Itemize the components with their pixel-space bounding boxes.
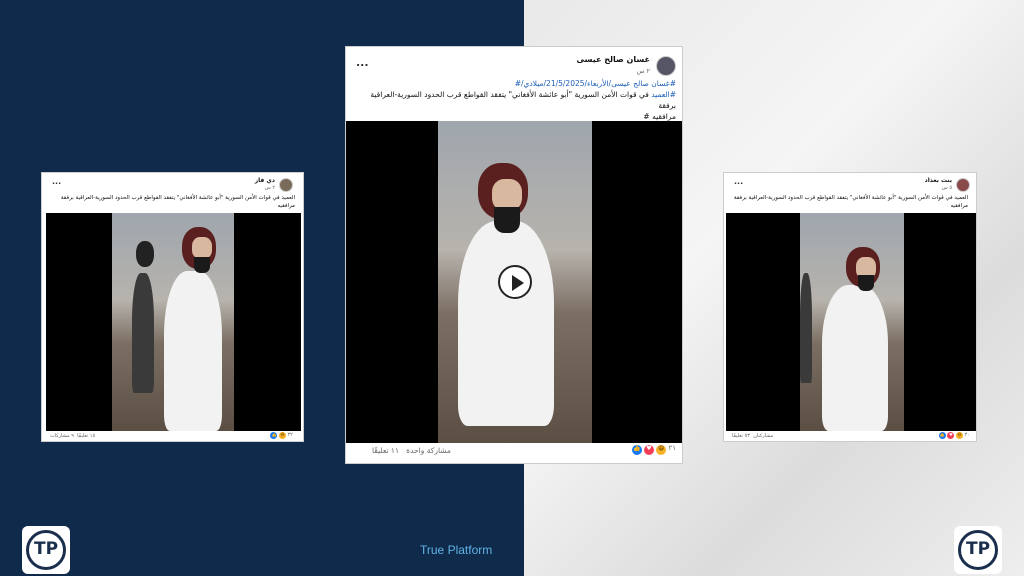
post-caption: العميد في قوات الأمن السورية "أبو عائشة … xyxy=(733,195,968,209)
post-time[interactable]: ٢ س xyxy=(636,67,650,75)
video-player[interactable] xyxy=(46,213,301,431)
more-options-button[interactable]: ... xyxy=(52,177,61,186)
brand-name: True Platform xyxy=(420,543,493,557)
author-name[interactable]: بنت بغداد xyxy=(925,177,952,184)
author-avatar[interactable] xyxy=(656,56,676,76)
facebook-post-left: دي فاز ٢ س ... العميد في قوات الأمن السو… xyxy=(41,172,304,442)
post-time[interactable]: ٢ س xyxy=(265,185,275,191)
tp-logo-right: TP xyxy=(954,526,1002,574)
post-caption: العميد في قوات الأمن السورية "أبو عائشة … xyxy=(60,195,295,209)
share-count[interactable]: ٩ مشاركات xyxy=(50,433,74,439)
video-player[interactable] xyxy=(726,213,976,431)
comment-count[interactable]: ١٥ تعليقًا xyxy=(77,433,95,439)
play-button[interactable] xyxy=(498,265,532,299)
video-player[interactable] xyxy=(346,121,682,443)
share-count[interactable]: مشاركتان xyxy=(753,433,773,439)
post-caption: #غسان صالح عيسى/الأربعاء/21/5/2025/ميلاد… xyxy=(370,79,676,121)
more-options-button[interactable]: ... xyxy=(356,56,369,69)
post-footer: مشاركة واحدة ١١ تعليقًا xyxy=(372,446,682,455)
tp-logo-left: TP xyxy=(22,526,70,574)
post-time[interactable]: ٥ س xyxy=(942,185,952,191)
post-footer: ١٥ تعليقًا ٩ مشاركات xyxy=(50,433,303,439)
share-count[interactable]: مشاركة واحدة xyxy=(406,446,451,455)
comment-count[interactable]: ١١ تعليقًا xyxy=(372,446,399,455)
author-name[interactable]: دي فاز xyxy=(255,177,275,184)
author-name[interactable]: غسان صالح عيسى xyxy=(577,55,650,64)
post-footer: مشاركتان ٥٣ تعليقًا xyxy=(732,433,976,439)
hashtag-brigadier[interactable]: #العميد xyxy=(651,90,676,99)
more-options-button[interactable]: ... xyxy=(734,177,743,186)
comment-count[interactable]: ٥٣ تعليقًا xyxy=(732,433,750,439)
author-avatar[interactable] xyxy=(956,178,970,192)
facebook-post-right: بنت بغداد ٥ س ... العميد في قوات الأمن ا… xyxy=(723,172,977,442)
facebook-post-center: غسان صالح عيسى ٢ س ... #غسان صالح عيسى/ا… xyxy=(345,46,683,464)
hashtag-author[interactable]: #غسان صالح عيسى/الأربعاء/21/5/2025/ميلاد… xyxy=(515,79,676,88)
author-avatar[interactable] xyxy=(279,178,293,192)
